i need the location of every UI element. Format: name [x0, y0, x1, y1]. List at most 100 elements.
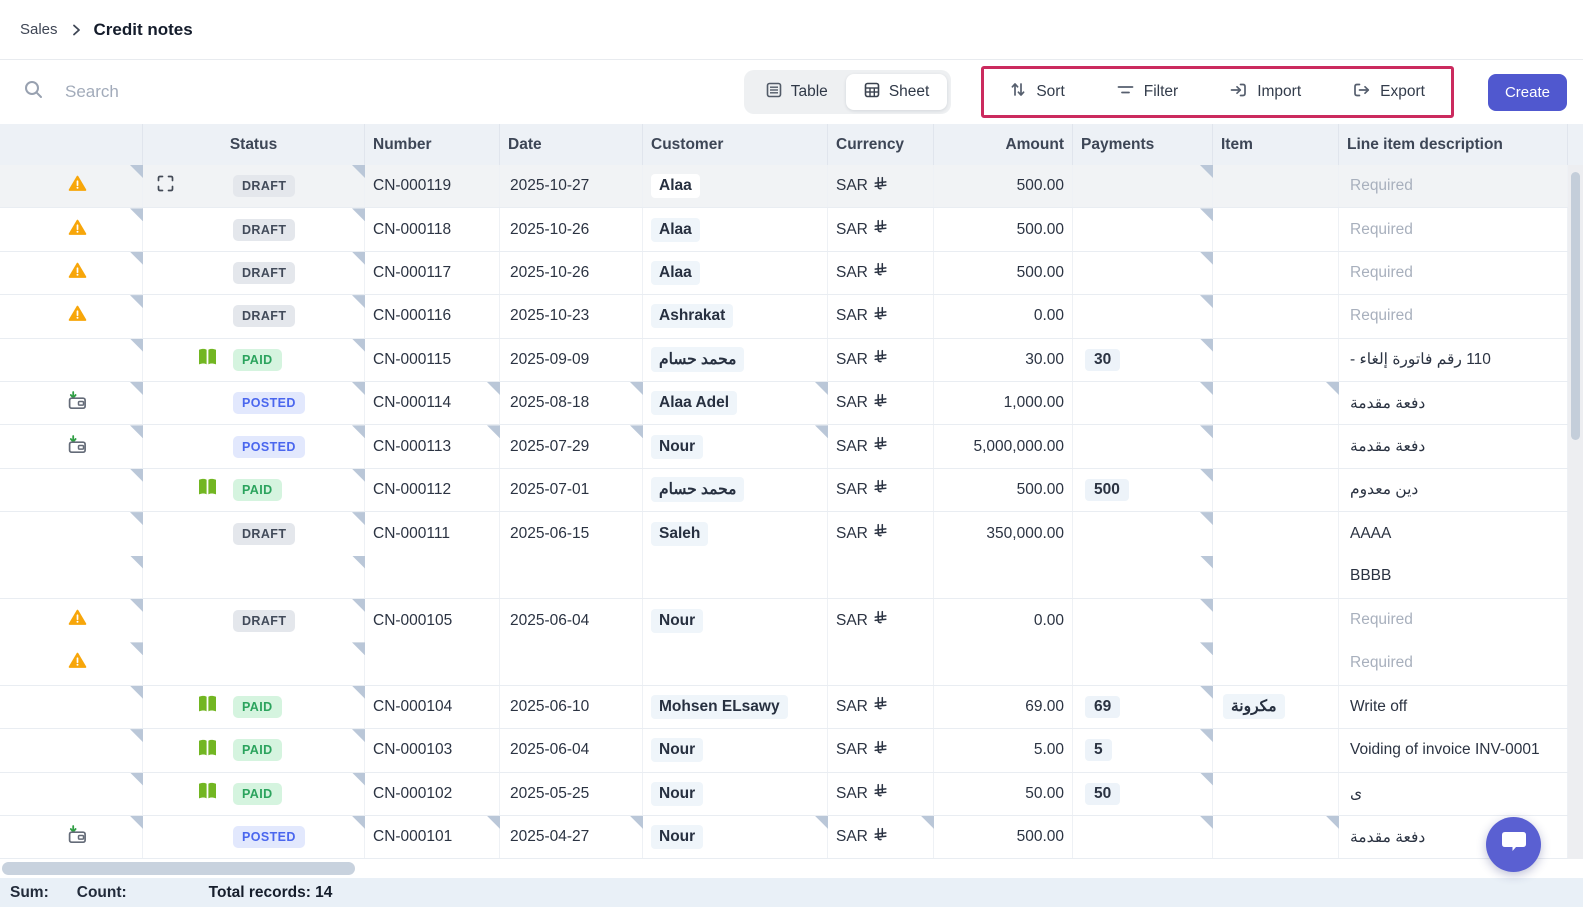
- cell-status[interactable]: DRAFT: [143, 252, 365, 294]
- cell-payments[interactable]: [1073, 165, 1213, 207]
- vertical-scrollbar[interactable]: [1568, 165, 1583, 859]
- cell-customer[interactable]: محمد حسام: [643, 339, 828, 381]
- cell-currency[interactable]: SAR: [828, 252, 934, 294]
- cell-item[interactable]: [1213, 252, 1339, 294]
- breadcrumb-sales[interactable]: Sales: [20, 21, 58, 38]
- table-row[interactable]: DRAFTCN-0001112025-06-15SalehSAR350,000.…: [0, 512, 1568, 599]
- cell-status[interactable]: DRAFT: [143, 165, 365, 207]
- search-input[interactable]: [65, 82, 485, 102]
- cell-number[interactable]: CN-000119: [365, 165, 500, 207]
- cell-customer[interactable]: Nour: [643, 773, 828, 815]
- table-row[interactable]: PAIDCN-0001122025-07-01محمد حسامSAR500.0…: [0, 469, 1568, 512]
- cell-c1[interactable]: [0, 773, 143, 815]
- cell-date[interactable]: 2025-04-27: [500, 816, 643, 858]
- cell-c1[interactable]: [0, 295, 143, 337]
- cell-customer[interactable]: Ashrakat: [643, 295, 828, 337]
- cell-desc[interactable]: Required: [1339, 165, 1568, 207]
- cell-currency[interactable]: SAR: [828, 208, 934, 250]
- cell-currency[interactable]: SAR: [828, 729, 934, 771]
- cell-item[interactable]: [1213, 425, 1339, 467]
- cell-number[interactable]: CN-000101: [365, 816, 500, 858]
- column-header-date[interactable]: Date: [500, 124, 643, 165]
- vertical-scrollbar-thumb[interactable]: [1571, 172, 1580, 440]
- cell-amount[interactable]: 350,000.00: [934, 512, 1073, 598]
- cell-amount[interactable]: 5,000,000.00: [934, 425, 1073, 467]
- column-header-currency[interactable]: Currency: [828, 124, 934, 165]
- cell-desc[interactable]: دين معدوم: [1339, 469, 1568, 511]
- cell-status[interactable]: POSTED: [143, 425, 365, 467]
- cell-payments[interactable]: 69: [1073, 686, 1213, 728]
- cell-number[interactable]: CN-000105: [365, 599, 500, 685]
- cell-date[interactable]: 2025-09-09: [500, 339, 643, 381]
- cell-status[interactable]: DRAFT: [143, 295, 365, 337]
- cell-item[interactable]: [1213, 729, 1339, 771]
- cell-customer[interactable]: Saleh: [643, 512, 828, 598]
- table-row[interactable]: POSTEDCN-0001142025-08-18Alaa AdelSAR1,0…: [0, 382, 1568, 425]
- cell-desc[interactable]: Write off: [1339, 686, 1568, 728]
- cell-number[interactable]: CN-000115: [365, 339, 500, 381]
- cell-item[interactable]: [1213, 339, 1339, 381]
- cell-c1[interactable]: [0, 729, 143, 771]
- cell-status[interactable]: PAID: [143, 729, 365, 771]
- table-row[interactable]: PAIDCN-0001032025-06-04NourSAR5.005Voidi…: [0, 729, 1568, 772]
- export-button[interactable]: Export: [1353, 82, 1425, 103]
- cell-desc[interactable]: دفعة مقدمة: [1339, 425, 1568, 467]
- cell-amount[interactable]: 0.00: [934, 295, 1073, 337]
- cell-amount[interactable]: 30.00: [934, 339, 1073, 381]
- cell-payments[interactable]: [1073, 816, 1213, 858]
- cell-payments[interactable]: 30: [1073, 339, 1213, 381]
- cell-customer[interactable]: محمد حسام: [643, 469, 828, 511]
- cell-number[interactable]: CN-000113: [365, 425, 500, 467]
- sort-button[interactable]: Sort: [1010, 81, 1064, 103]
- cell-payments[interactable]: [1073, 208, 1213, 250]
- table-row[interactable]: DRAFTCN-0001052025-06-04NourSAR0.00Requi…: [0, 599, 1568, 686]
- cell-currency[interactable]: SAR: [828, 382, 934, 424]
- chat-launcher[interactable]: [1486, 817, 1541, 872]
- column-header-customer[interactable]: Customer: [643, 124, 828, 165]
- cell-status[interactable]: POSTED: [143, 816, 365, 858]
- cell-customer[interactable]: Nour: [643, 729, 828, 771]
- filter-button[interactable]: Filter: [1117, 83, 1178, 102]
- cell-date[interactable]: 2025-06-04: [500, 729, 643, 771]
- cell-date[interactable]: 2025-05-25: [500, 773, 643, 815]
- table-row[interactable]: DRAFTCN-0001192025-10-27AlaaSAR500.00Req…: [0, 165, 1568, 208]
- cell-customer[interactable]: Mohsen ELsawy: [643, 686, 828, 728]
- horizontal-scrollbar-thumb[interactable]: [2, 862, 355, 875]
- cell-desc[interactable]: Voiding of invoice INV-0001: [1339, 729, 1568, 771]
- cell-payments[interactable]: 5: [1073, 729, 1213, 771]
- expand-icon[interactable]: [157, 175, 174, 197]
- cell-amount[interactable]: 69.00: [934, 686, 1073, 728]
- cell-amount[interactable]: 500.00: [934, 469, 1073, 511]
- column-header-payments[interactable]: Payments: [1073, 124, 1213, 165]
- cell-amount[interactable]: 1,000.00: [934, 382, 1073, 424]
- import-button[interactable]: Import: [1230, 82, 1301, 103]
- cell-amount[interactable]: 500.00: [934, 252, 1073, 294]
- table-row[interactable]: DRAFTCN-0001172025-10-26AlaaSAR500.00Req…: [0, 252, 1568, 295]
- cell-c1[interactable]: [0, 165, 143, 207]
- cell-number[interactable]: CN-000117: [365, 252, 500, 294]
- horizontal-scrollbar[interactable]: [0, 859, 1583, 878]
- column-header-item[interactable]: Item: [1213, 124, 1339, 165]
- cell-date[interactable]: 2025-06-04: [500, 599, 643, 685]
- cell-currency[interactable]: SAR: [828, 165, 934, 207]
- cell-number[interactable]: CN-000116: [365, 295, 500, 337]
- cell-c1[interactable]: [0, 599, 143, 685]
- cell-amount[interactable]: 0.00: [934, 599, 1073, 685]
- cell-item[interactable]: [1213, 512, 1339, 598]
- table-row[interactable]: PAIDCN-0001022025-05-25NourSAR50.0050ى: [0, 773, 1568, 816]
- cell-date[interactable]: 2025-08-18: [500, 382, 643, 424]
- cell-currency[interactable]: SAR: [828, 425, 934, 467]
- cell-desc[interactable]: AAAABBBB: [1339, 512, 1568, 598]
- column-header-desc[interactable]: Line item description: [1339, 124, 1568, 165]
- create-button[interactable]: Create: [1488, 74, 1567, 111]
- cell-currency[interactable]: SAR: [828, 469, 934, 511]
- cell-date[interactable]: 2025-10-26: [500, 208, 643, 250]
- cell-status[interactable]: PAID: [143, 469, 365, 511]
- cell-customer[interactable]: Alaa: [643, 208, 828, 250]
- cell-c1[interactable]: [0, 252, 143, 294]
- cell-currency[interactable]: SAR: [828, 512, 934, 598]
- cell-c1[interactable]: [0, 382, 143, 424]
- cell-status[interactable]: DRAFT: [143, 208, 365, 250]
- cell-status[interactable]: PAID: [143, 686, 365, 728]
- cell-payments[interactable]: [1073, 425, 1213, 467]
